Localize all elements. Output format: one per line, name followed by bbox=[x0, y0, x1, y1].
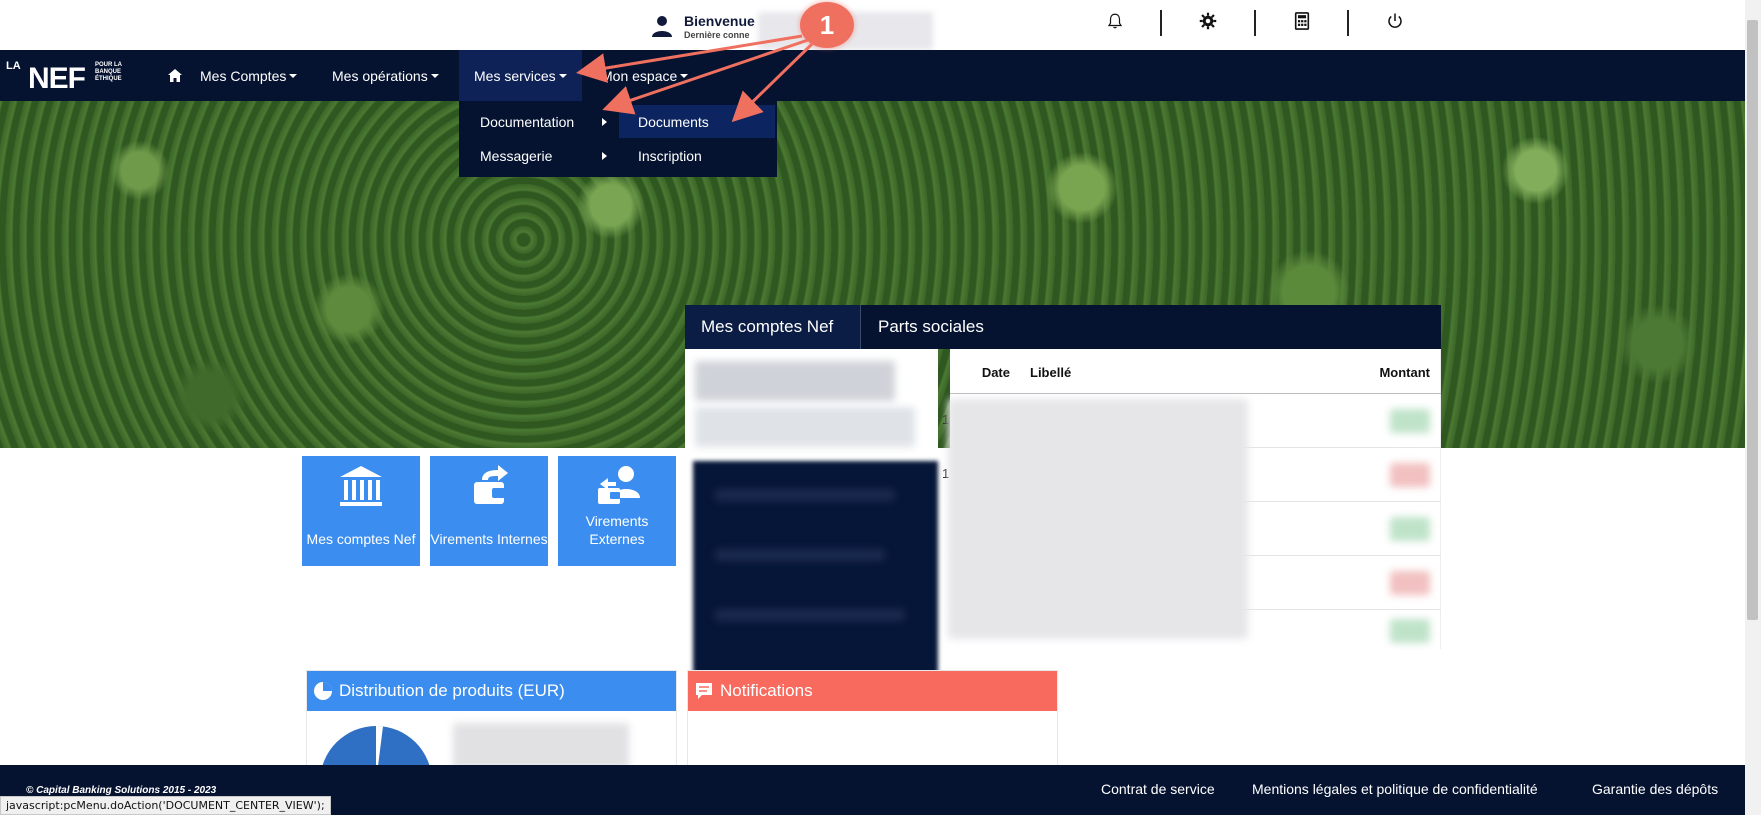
column-montant: Montant bbox=[1379, 365, 1430, 380]
distribution-header: Distribution de produits (EUR) bbox=[307, 671, 676, 711]
nav-mes-services[interactable]: Mes services bbox=[459, 50, 582, 101]
main-nav: LA NEF POUR LA BANQUE ÉTHIQUE Mes Compte… bbox=[0, 50, 1745, 101]
bell-icon[interactable] bbox=[1104, 10, 1126, 32]
notifications-header: Notifications bbox=[688, 671, 1057, 711]
home-link[interactable] bbox=[155, 50, 195, 101]
nav-mes-operations-label: Mes opérations bbox=[332, 67, 428, 84]
user-greeting: Bienvenue Dernière conne bbox=[650, 8, 755, 44]
nav-mes-comptes[interactable]: Mes Comptes bbox=[200, 50, 298, 101]
nav-mes-comptes-label: Mes Comptes bbox=[200, 67, 287, 84]
annotation-callout: 1 bbox=[800, 2, 854, 48]
redacted-legend bbox=[453, 723, 629, 769]
tile-mes-comptes-nef-label: Mes comptes Nef bbox=[306, 531, 416, 547]
caret-right-icon bbox=[602, 152, 607, 160]
menu-item-documents[interactable]: Documents bbox=[619, 105, 775, 138]
chat-icon bbox=[696, 683, 712, 699]
redacted-amount bbox=[1390, 517, 1430, 541]
last-login-text: Dernière conne bbox=[684, 29, 750, 40]
logo-tagline: POUR LA BANQUE ÉTHIQUE bbox=[95, 62, 122, 82]
nav-mes-operations[interactable]: Mes opérations bbox=[332, 50, 439, 101]
caret-down-icon bbox=[430, 73, 439, 78]
menu-item-documents-label: Documents bbox=[638, 113, 709, 130]
separator bbox=[1347, 10, 1349, 36]
menu-item-inscription-label: Inscription bbox=[638, 147, 702, 164]
welcome-text: Bienvenue bbox=[684, 12, 755, 29]
accounts-tabs: Mes comptes Nef Parts sociales bbox=[685, 305, 1441, 349]
redacted-account bbox=[715, 489, 895, 501]
top-bar: Bienvenue Dernière conne bbox=[0, 0, 1745, 50]
internal-transfer-icon bbox=[474, 465, 508, 504]
menu-item-documentation-label: Documentation bbox=[480, 113, 575, 130]
tile-virements-internes[interactable]: Virements Internes bbox=[430, 456, 548, 566]
caret-down-icon bbox=[558, 73, 567, 78]
tab-parts-sociales[interactable]: Parts sociales bbox=[862, 305, 984, 349]
gear-icon[interactable] bbox=[1197, 10, 1219, 32]
footer-link-mentions[interactable]: Mentions légales et politique de confide… bbox=[1252, 781, 1538, 797]
logo-la: LA bbox=[6, 60, 21, 72]
separator bbox=[1160, 10, 1162, 36]
power-icon[interactable] bbox=[1384, 10, 1406, 32]
nav-mon-espace-label: Mon espace bbox=[601, 67, 678, 84]
menu-item-messagerie-label: Messagerie bbox=[480, 147, 553, 164]
home-icon bbox=[168, 69, 182, 82]
tile-virements-internes-label: Virements Internes bbox=[430, 531, 548, 547]
column-date: Date bbox=[981, 365, 1010, 380]
accounts-panel: Mes comptes Nef Parts sociales Date Libe… bbox=[685, 305, 1441, 679]
footer-link-contrat[interactable]: Contrat de service bbox=[1101, 781, 1215, 797]
copyright: © Capital Banking Solutions 2015 - 2023 bbox=[26, 785, 217, 796]
tile-mes-comptes-nef[interactable]: Mes comptes Nef bbox=[302, 456, 420, 566]
tab-parts-sociales-label: Parts sociales bbox=[878, 317, 984, 336]
divider bbox=[950, 393, 1441, 394]
nav-mes-services-label: Mes services bbox=[474, 67, 556, 84]
page: { "header": { "welcome": "Bienvenue", "l… bbox=[0, 0, 1761, 815]
menu-item-inscription[interactable]: Inscription bbox=[619, 139, 775, 172]
redacted-amount bbox=[1390, 463, 1430, 487]
tab-mes-comptes-nef-label: Mes comptes Nef bbox=[701, 317, 834, 336]
menu-item-messagerie[interactable]: Messagerie bbox=[459, 139, 618, 172]
caret-down-icon bbox=[289, 73, 298, 78]
notifications-title: Notifications bbox=[720, 681, 813, 700]
menu-item-documentation[interactable]: Documentation bbox=[459, 105, 618, 138]
caret-right-icon bbox=[602, 118, 607, 126]
transactions-table: Date Libellé Montant 1 1 bbox=[942, 349, 1441, 649]
redacted-account bbox=[695, 361, 895, 401]
tab-mes-comptes-nef[interactable]: Mes comptes Nef bbox=[685, 305, 861, 349]
column-libelle: Libellé bbox=[1030, 365, 1072, 380]
logo-nef: NEF bbox=[28, 62, 86, 95]
external-transfer-icon bbox=[598, 466, 640, 504]
footer-link-garantie[interactable]: Garantie des dépôts bbox=[1592, 781, 1718, 797]
distribution-title: Distribution de produits (EUR) bbox=[339, 681, 565, 700]
separator bbox=[1254, 10, 1256, 36]
redacted-amount bbox=[1390, 571, 1430, 595]
caret-down-icon bbox=[680, 73, 689, 78]
notifications-panel: Notifications bbox=[687, 670, 1058, 770]
pie-chart-icon bbox=[314, 682, 332, 700]
account-list[interactable] bbox=[685, 349, 938, 679]
redacted-amount bbox=[1390, 409, 1430, 433]
browser-status-bar: javascript:pcMenu.doAction('DOCUMENT_CEN… bbox=[0, 796, 331, 815]
tile-virements-externes[interactable]: Virements Externes bbox=[558, 456, 676, 566]
redacted-transactions bbox=[948, 399, 1248, 639]
tile-virements-externes-label: Virements Externes bbox=[585, 513, 649, 547]
redacted-account bbox=[715, 609, 905, 621]
redacted-amount bbox=[1390, 619, 1430, 643]
redacted-account bbox=[715, 549, 885, 561]
bank-icon bbox=[340, 466, 382, 506]
redacted-account bbox=[695, 407, 915, 447]
distribution-panel: Distribution de produits (EUR) bbox=[306, 670, 677, 771]
calculator-icon[interactable] bbox=[1291, 10, 1313, 32]
nav-mon-espace[interactable]: Mon espace bbox=[601, 50, 689, 101]
scrollbar-thumb[interactable] bbox=[1747, 20, 1758, 620]
user-icon bbox=[652, 16, 672, 37]
services-dropdown: Documentation Messagerie Documents Inscr… bbox=[459, 101, 777, 177]
